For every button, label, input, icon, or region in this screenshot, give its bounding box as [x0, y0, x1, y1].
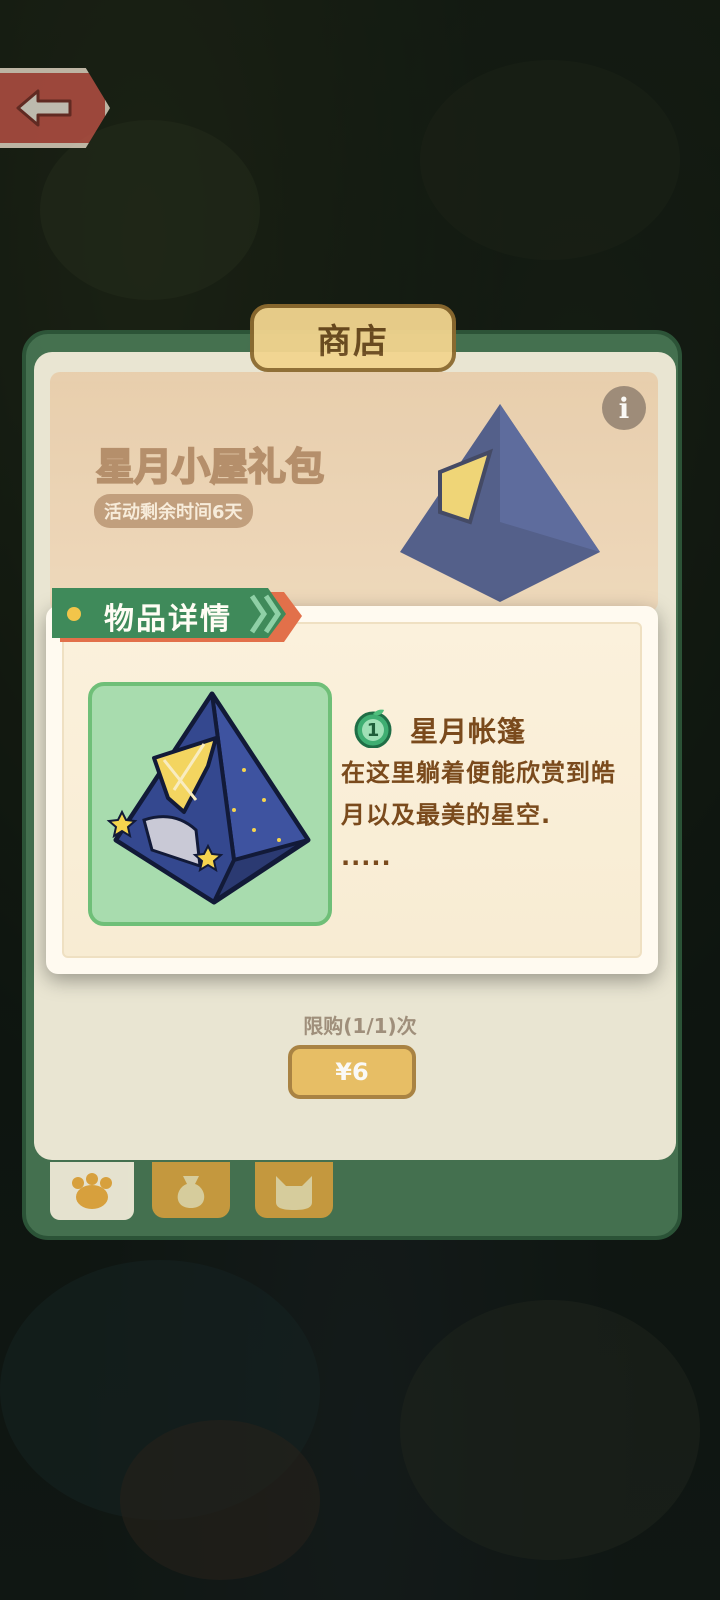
ribbon-label: 物品详情	[104, 602, 232, 637]
tent-banner-image	[400, 404, 600, 602]
star-moon-tent-icon	[106, 691, 311, 905]
tab-cat-paw[interactable]	[50, 1162, 134, 1220]
cat-paw-icon	[72, 1173, 112, 1209]
bag-icon	[177, 1176, 205, 1208]
item-description: 在这里躺着便能欣赏到皓月以及最美的星空. .....	[341, 752, 631, 878]
purchase-limit-text: 限购(1/1)次	[303, 1014, 417, 1038]
banner-timer: 活动剩余时间6天	[94, 494, 253, 528]
info-icon[interactable]: i	[602, 386, 646, 430]
shop-title: 商店	[317, 321, 389, 362]
item-level-number: 1	[366, 719, 380, 741]
buy-price-button[interactable]: ¥6	[288, 1045, 416, 1099]
item-detail-ribbon: 物品详情	[52, 584, 302, 650]
cat-face-icon	[276, 1176, 312, 1210]
item-description-text: 在这里躺着便能欣赏到皓月以及最美的星空.	[341, 759, 616, 829]
banner-title: 星月小屋礼包	[95, 444, 325, 490]
gift-pack-banner[interactable]: 星月小屋礼包 活动剩余时间6天 i	[50, 372, 658, 612]
item-level-badge: 1	[352, 706, 394, 748]
tab-bag[interactable]	[152, 1162, 230, 1218]
arrow-left-icon	[16, 89, 72, 127]
tab-cat-face[interactable]	[255, 1162, 333, 1218]
item-name: 星月帐篷	[410, 715, 527, 748]
item-description-more: .....	[341, 843, 392, 871]
shop-title-plate: 商店	[250, 304, 456, 372]
item-image-card	[88, 682, 332, 926]
